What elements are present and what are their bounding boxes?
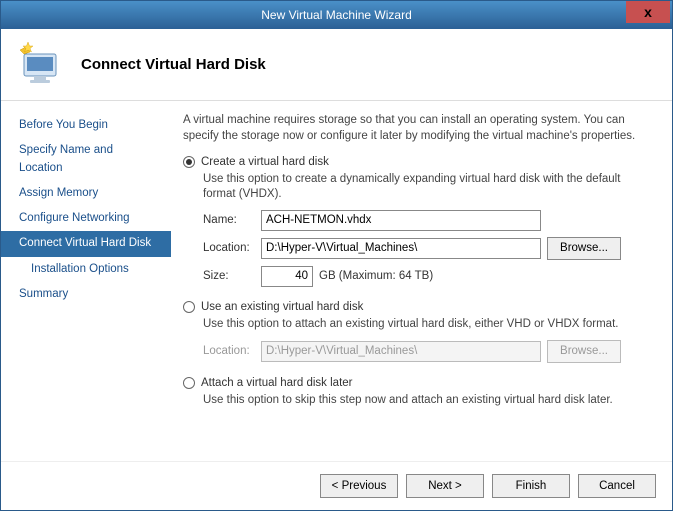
option-existing-vhd: Use an existing virtual hard disk Use th…	[183, 301, 654, 363]
previous-button[interactable]: < Previous	[320, 474, 398, 498]
page-title: Connect Virtual Hard Disk	[81, 56, 266, 73]
option-create-header[interactable]: Create a virtual hard disk	[183, 156, 654, 168]
option-create-desc: Use this option to create a dynamically …	[203, 172, 654, 202]
sidebar-item-connect-vhd[interactable]: Connect Virtual Hard Disk	[1, 231, 171, 256]
option-attach-later: Attach a virtual hard disk later Use thi…	[183, 377, 654, 408]
next-button[interactable]: Next >	[406, 474, 484, 498]
sidebar-item-configure-networking[interactable]: Configure Networking	[1, 206, 171, 231]
radio-existing-vhd[interactable]	[183, 301, 195, 313]
location-input[interactable]	[261, 238, 541, 259]
wizard-icon	[13, 37, 69, 93]
option-existing-desc: Use this option to attach an existing vi…	[203, 317, 654, 332]
sidebar-item-specify-name[interactable]: Specify Name and Location	[1, 138, 171, 181]
name-label: Name:	[203, 214, 261, 226]
close-button[interactable]: x	[626, 1, 670, 23]
option-existing-label: Use an existing virtual hard disk	[201, 301, 363, 313]
existing-location-input	[261, 341, 541, 362]
location-label: Location:	[203, 242, 261, 254]
sidebar-item-summary[interactable]: Summary	[1, 282, 171, 307]
titlebar: New Virtual Machine Wizard x	[1, 1, 672, 29]
browse-button-create[interactable]: Browse...	[547, 237, 621, 260]
cancel-button[interactable]: Cancel	[578, 474, 656, 498]
name-input[interactable]	[261, 210, 541, 231]
size-input[interactable]	[261, 266, 313, 287]
option-later-desc: Use this option to skip this step now an…	[203, 393, 654, 408]
wizard-footer: < Previous Next > Finish Cancel	[1, 461, 672, 509]
option-existing-header[interactable]: Use an existing virtual hard disk	[183, 301, 654, 313]
size-suffix: GB (Maximum: 64 TB)	[319, 270, 433, 282]
intro-text: A virtual machine requires storage so th…	[183, 113, 654, 144]
sidebar-item-installation-options[interactable]: Installation Options	[1, 257, 171, 282]
sidebar-item-before-you-begin[interactable]: Before You Begin	[1, 113, 171, 138]
option-later-label: Attach a virtual hard disk later	[201, 377, 353, 389]
radio-attach-later[interactable]	[183, 377, 195, 389]
browse-button-existing: Browse...	[547, 340, 621, 363]
option-create-label: Create a virtual hard disk	[201, 156, 329, 168]
wizard-header: Connect Virtual Hard Disk	[1, 29, 672, 101]
main-panel: A virtual machine requires storage so th…	[171, 101, 672, 461]
sidebar: Before You Begin Specify Name and Locati…	[1, 101, 171, 461]
size-label: Size:	[203, 270, 261, 282]
window-title: New Virtual Machine Wizard	[1, 8, 672, 22]
existing-location-label: Location:	[203, 345, 261, 357]
sidebar-item-assign-memory[interactable]: Assign Memory	[1, 181, 171, 206]
option-create-vhd: Create a virtual hard disk Use this opti…	[183, 156, 654, 287]
radio-create-vhd[interactable]	[183, 156, 195, 168]
finish-button[interactable]: Finish	[492, 474, 570, 498]
wizard-body: Before You Begin Specify Name and Locati…	[1, 101, 672, 461]
option-later-header[interactable]: Attach a virtual hard disk later	[183, 377, 654, 389]
